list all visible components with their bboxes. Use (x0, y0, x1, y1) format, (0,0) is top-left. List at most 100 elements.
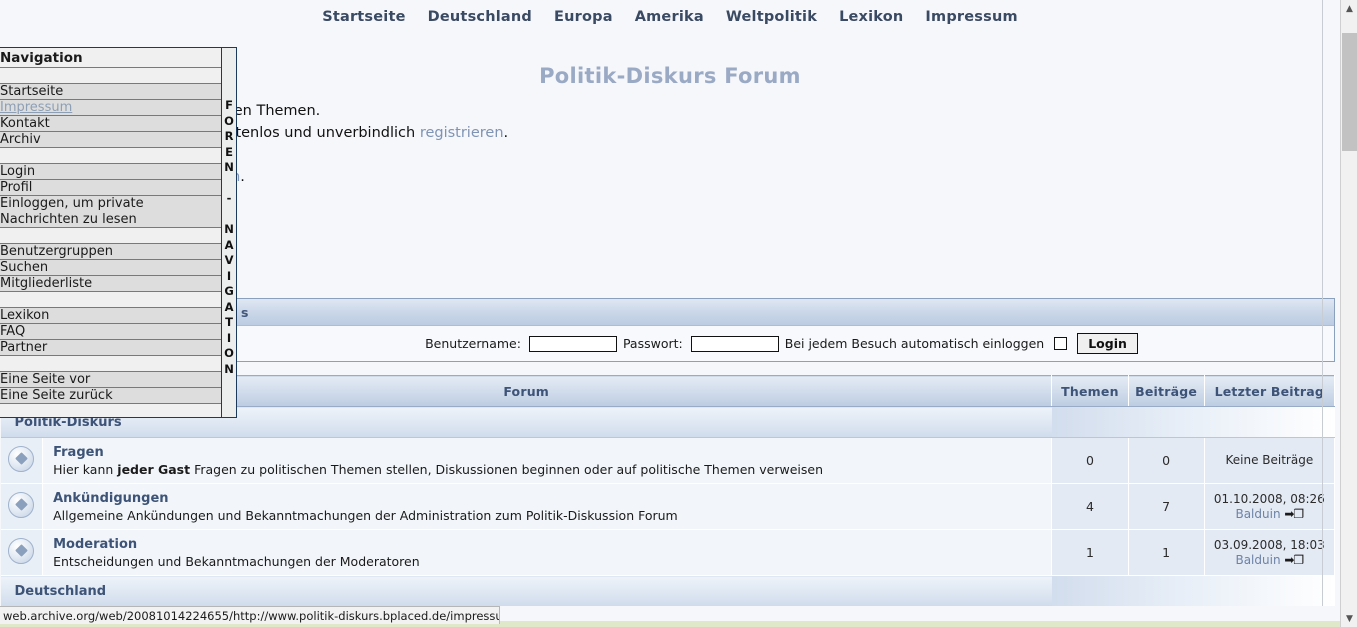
category-blank (1051, 406, 1335, 438)
forum-name-link[interactable]: Ankündigungen (53, 491, 1050, 506)
last-post-author[interactable]: Balduin ➡❐ (1206, 507, 1333, 522)
nav-separator (0, 68, 222, 84)
username-input[interactable] (528, 335, 617, 352)
category-row: Deutschland (0, 575, 1335, 606)
nav-item-benutzergruppen[interactable]: Benutzergruppen (0, 244, 222, 260)
header-themen[interactable]: Themen (1051, 375, 1129, 407)
goto-last-post-icon[interactable]: ➡❐ (1284, 553, 1304, 567)
login-form: Benutzername: Passwort: Bei jedem Besuch… (229, 326, 1334, 361)
goto-last-post-icon[interactable]: ➡❐ (1284, 507, 1304, 521)
browser-window: Startseite Deutschland Europa Amerika Weltpo… (0, 0, 1357, 627)
forum-status-cell (0, 437, 44, 484)
autologin-checkbox[interactable] (1054, 337, 1068, 350)
vertical-label-char: N (224, 361, 234, 376)
login-submit-button[interactable]: Login (1077, 333, 1138, 354)
topnav-item-startseite[interactable]: Startseite (322, 9, 405, 25)
last-post-date: 03.09.2008, 18:03 (1213, 537, 1325, 552)
scroll-down-icon[interactable]: ▼ (1341, 610, 1357, 627)
category-title[interactable]: Deutschland (0, 575, 1052, 606)
nav-separator (0, 148, 222, 164)
vertical-label-char (227, 207, 231, 223)
forum-status-cell (0, 483, 44, 530)
nav-item-suchen[interactable]: Suchen (0, 260, 222, 276)
vertical-label-char: F (225, 98, 233, 112)
forum-description: Entscheidungen und Bekanntmachungen der … (53, 553, 420, 569)
forum-info-cell: Fragen Hier kann jeder Gast Fragen zu pol… (42, 437, 1053, 484)
topnav-item-europa[interactable]: Europa (554, 9, 613, 25)
nav-item-kontakt[interactable]: Kontakt (0, 116, 222, 132)
vertical-label-char: - (226, 191, 232, 205)
topnav-item-amerika[interactable]: Amerika (635, 9, 704, 25)
nav-item-faq[interactable]: FAQ (0, 324, 222, 340)
topnav-item-deutschland[interactable]: Deutschland (428, 9, 532, 25)
top-navigation: Startseite Deutschland Europa Amerika Weltpo… (0, 0, 1340, 40)
last-post-author[interactable]: Balduin ➡❐ (1206, 553, 1333, 568)
last-post-date: Keine Beiträge (1225, 453, 1314, 467)
forum-info-cell: Moderation Entscheidungen und Bekanntmach… (42, 529, 1053, 576)
vertical-label-char: R (224, 129, 234, 143)
status-bar: web.archive.org/web/20081014224655/http:… (0, 606, 500, 624)
nav-item-eine-seite-vor[interactable]: Eine Seite vor (0, 372, 222, 388)
nav-separator (0, 228, 222, 244)
scrollbar-thumb[interactable] (1342, 33, 1357, 151)
header-beitraege[interactable]: Beiträge (1127, 375, 1205, 407)
forum-beitraege-count: 1 (1128, 529, 1205, 576)
navigation-list: Navigation Startseite Impressum Kontakt Arch… (0, 48, 222, 417)
forum-row[interactable]: Moderation Entscheidungen und Bekanntmach… (0, 529, 1336, 576)
intro-line-4-post: . (240, 169, 245, 185)
nav-item-archiv[interactable]: Archiv (0, 132, 222, 148)
vertical-label-char: I (226, 330, 232, 345)
viewport-right-edge (1322, 0, 1323, 606)
category-blank (1051, 575, 1335, 606)
forum-name-link[interactable]: Fragen (53, 445, 1050, 460)
forum-table-body: Politik-Diskurs Fragen Hier kann jeder Gas… (0, 406, 1336, 606)
nav-item-eine-seite-zur-ck[interactable]: Eine Seite zurück (0, 388, 222, 404)
nav-item-einloggen-um-private-nachrichten-zu-lesen[interactable]: Einloggen, um private Nachrichten zu les… (0, 196, 222, 228)
forum-themen-count: 0 (1051, 437, 1129, 484)
password-input[interactable] (690, 335, 779, 352)
register-link[interactable]: registrieren (420, 125, 504, 141)
username-label: Benutzername: (425, 336, 521, 351)
topnav-item-weltpolitik[interactable]: Weltpolitik (726, 9, 817, 25)
forum-folder-icon (8, 537, 35, 564)
vertical-label-char: I (226, 268, 232, 283)
forum-info-cell: Ankündigungen Allgemeine Ankündungen und … (42, 483, 1053, 530)
vertical-label-char: A (224, 299, 234, 314)
vertical-label-char: O (224, 113, 234, 128)
header-letzter-beitrag[interactable]: Letzter Beitrag (1203, 375, 1336, 407)
forum-last-post: 01.10.2008, 08:26 Balduin ➡❐ (1204, 483, 1336, 530)
foren-navigation-overlay: Navigation Startseite Impressum Kontakt Arch… (0, 47, 237, 418)
forum-row[interactable]: Fragen Hier kann jeder Gast Fragen zu pol… (0, 437, 1336, 484)
nav-separator (0, 356, 222, 372)
topnav-item-impressum[interactable]: Impressum (925, 9, 1017, 25)
forum-last-post: 03.09.2008, 18:03 Balduin ➡❐ (1204, 529, 1336, 576)
nav-item-profil[interactable]: Profil (0, 180, 222, 196)
nav-item-lexikon[interactable]: Lexikon (0, 308, 222, 324)
scroll-up-icon[interactable]: ▲ (1341, 0, 1357, 17)
vertical-label-foren-navigation: FOREN - NAVIGATION (221, 48, 236, 417)
nav-item-mitgliederliste[interactable]: Mitgliederliste (0, 276, 222, 292)
login-panel: s Benutzername: Passwort: Bei jedem Besu… (228, 298, 1335, 362)
nav-item-navigation: Navigation (0, 48, 222, 68)
forum-themen-count: 1 (1051, 529, 1129, 576)
last-post-author-name[interactable]: Balduin (1235, 553, 1284, 567)
forum-row[interactable]: Ankündigungen Allgemeine Ankündungen und … (0, 483, 1336, 530)
forum-description: Allgemeine Ankündungen und Bekanntmachun… (53, 507, 678, 523)
topnav-item-lexikon[interactable]: Lexikon (839, 9, 903, 25)
forum-beitraege-count: 7 (1128, 483, 1205, 530)
forum-name-link[interactable]: Moderation (53, 537, 1050, 552)
nav-item-impressum[interactable]: Impressum (0, 100, 222, 116)
vertical-label-char: O (224, 346, 234, 360)
nav-item-login[interactable]: Login (0, 164, 222, 180)
last-post-date: 01.10.2008, 08:26 (1213, 491, 1325, 506)
nav-separator (0, 404, 222, 417)
vertical-label-char: G (224, 284, 234, 298)
nav-link-label[interactable]: Impressum (0, 100, 72, 115)
forum-last-post: Keine Beiträge (1204, 437, 1336, 484)
vertical-label-char: N (224, 160, 234, 174)
vertical-label-char: V (224, 253, 234, 267)
last-post-author-name[interactable]: Balduin (1235, 507, 1284, 521)
vertical-scrollbar[interactable]: ▲ ▼ (1340, 0, 1357, 627)
nav-item-startseite[interactable]: Startseite (0, 84, 222, 100)
nav-item-partner[interactable]: Partner (0, 340, 222, 356)
